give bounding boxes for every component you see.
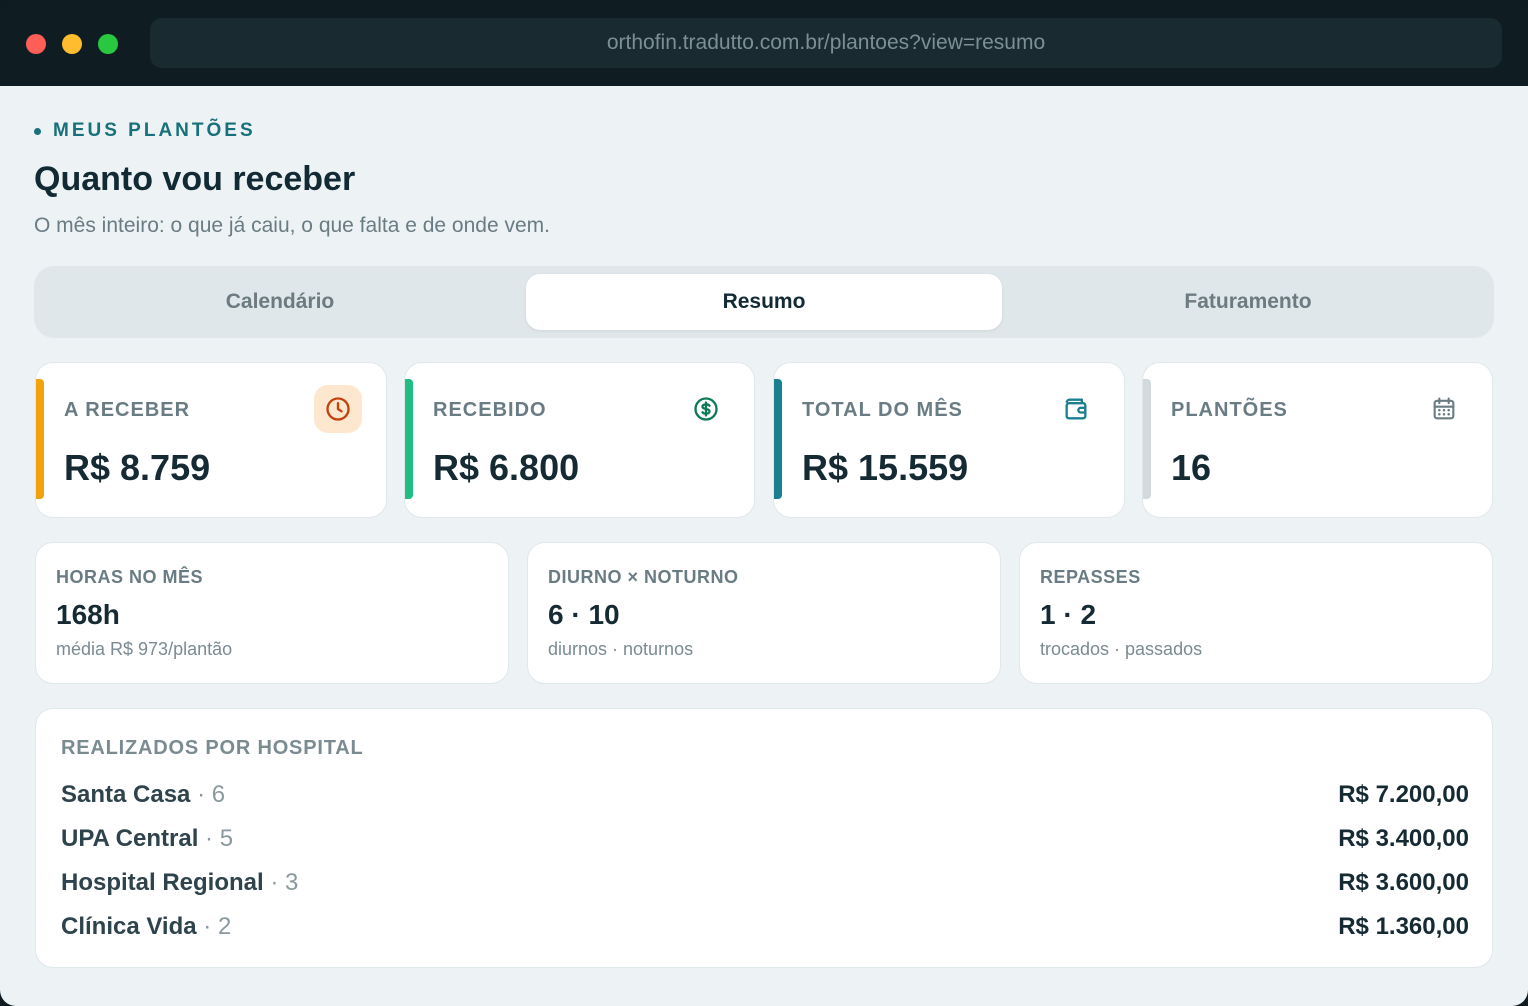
stat-sub: diurnos · noturnos [548, 639, 694, 659]
stat-label: HORAS NO MÊS [56, 567, 204, 587]
stat-sub: média R$ 973/plantão [56, 639, 233, 659]
hospitals-card: REALIZADOS POR HOSPITAL Santa Casa · 6 R… [35, 708, 1493, 968]
kpi-card-total-do-mes: TOTAL DO MÊS R$ 15.559 [773, 362, 1125, 518]
kpi-value: R$ 8.759 [64, 447, 211, 488]
stat-card-diurno-noturno: DIURNO × NOTURNO 6 · 10 diurnos · noturn… [527, 542, 1001, 684]
kpi-card-recebido: RECEBIDO R$ 6.800 [404, 362, 755, 518]
hospital-row: Hospital Regional · 3 R$ 3.600,00 [61, 869, 1469, 905]
hospital-count: · 2 [196, 913, 232, 940]
kpi-label: RECEBIDO [433, 399, 547, 421]
hospital-row: UPA Central · 5 R$ 3.400,00 [61, 825, 1469, 861]
hospital-name: Clínica Vida · 2 [61, 913, 231, 941]
stat-card-repasses: REPASSES 1 · 2 trocados · passados [1019, 542, 1493, 684]
dollar-circle-icon [682, 385, 730, 433]
hospital-name-text: Clínica Vida [61, 913, 197, 940]
maximize-window-button[interactable] [98, 34, 118, 54]
hospital-row: Santa Casa · 6 R$ 7.200,00 [61, 781, 1469, 817]
hospital-amount: R$ 7.200,00 [1338, 781, 1469, 808]
tab-faturamento[interactable]: Faturamento [1010, 274, 1486, 330]
view-tabs: Calendário Resumo Faturamento [34, 266, 1494, 338]
title-bar: orthofin.tradutto.com.br/plantoes?view=r… [0, 0, 1528, 86]
kpi-label: A RECEBER [64, 399, 191, 421]
eyebrow-label: MEUS PLANTÕES [53, 120, 256, 141]
hospital-amount: R$ 3.600,00 [1338, 869, 1469, 896]
stat-label: REPASSES [1040, 567, 1141, 587]
section-eyebrow: MEUS PLANTÕES [34, 120, 256, 142]
hospital-name: UPA Central · 5 [61, 825, 233, 853]
tab-calendario[interactable]: Calendário [42, 274, 518, 330]
bullet-icon [34, 127, 41, 135]
page-content: MEUS PLANTÕES Quanto vou receber O mês i… [0, 86, 1528, 1006]
hospital-amount: R$ 1.360,00 [1338, 913, 1469, 940]
stat-label: DIURNO × NOTURNO [548, 567, 739, 587]
browser-window: orthofin.tradutto.com.br/plantoes?view=r… [0, 0, 1528, 1006]
page-subtitle: O mês inteiro: o que já caiu, o que falt… [34, 214, 550, 237]
stat-value: 6 · 10 [548, 599, 620, 630]
page-title: Quanto vou receber [34, 160, 356, 198]
accent-bar [405, 379, 413, 499]
hospital-name: Hospital Regional · 3 [61, 869, 298, 897]
kpi-card-plantoes: PLANTÕES 16 [1142, 362, 1493, 518]
address-bar[interactable]: orthofin.tradutto.com.br/plantoes?view=r… [150, 18, 1502, 68]
kpi-card-a-receber: A RECEBER R$ 8.759 [35, 362, 387, 518]
hospital-amount: R$ 3.400,00 [1338, 825, 1469, 852]
accent-bar [774, 379, 782, 499]
hospital-count: · 3 [263, 869, 299, 896]
kpi-value: 16 [1171, 447, 1212, 488]
tab-resumo[interactable]: Resumo [526, 274, 1002, 330]
minimize-window-button[interactable] [62, 34, 82, 54]
hospital-name: Santa Casa · 6 [61, 781, 225, 809]
accent-bar [36, 379, 44, 499]
hospital-row: Clínica Vida · 2 R$ 1.360,00 [61, 913, 1469, 949]
hospital-count: · 6 [190, 781, 226, 808]
hospitals-label: REALIZADOS POR HOSPITAL [61, 737, 364, 759]
hospital-name-text: Hospital Regional [61, 869, 264, 896]
hospital-count: · 5 [198, 825, 234, 852]
stat-card-horas: HORAS NO MÊS 168h média R$ 973/plantão [35, 542, 509, 684]
close-window-button[interactable] [26, 34, 46, 54]
hospital-name-text: Santa Casa [61, 781, 191, 808]
hospital-name-text: UPA Central [61, 825, 199, 852]
stat-value: 1 · 2 [1040, 599, 1097, 630]
kpi-label: PLANTÕES [1171, 399, 1288, 421]
kpi-value: R$ 15.559 [802, 447, 969, 488]
wallet-icon [1052, 385, 1100, 433]
stat-value: 168h [56, 599, 120, 630]
kpi-value: R$ 6.800 [433, 447, 580, 488]
clock-icon [314, 385, 362, 433]
accent-bar [1143, 379, 1151, 499]
kpi-label: TOTAL DO MÊS [802, 399, 963, 421]
stat-sub: trocados · passados [1040, 639, 1203, 659]
calendar-icon [1420, 385, 1468, 433]
